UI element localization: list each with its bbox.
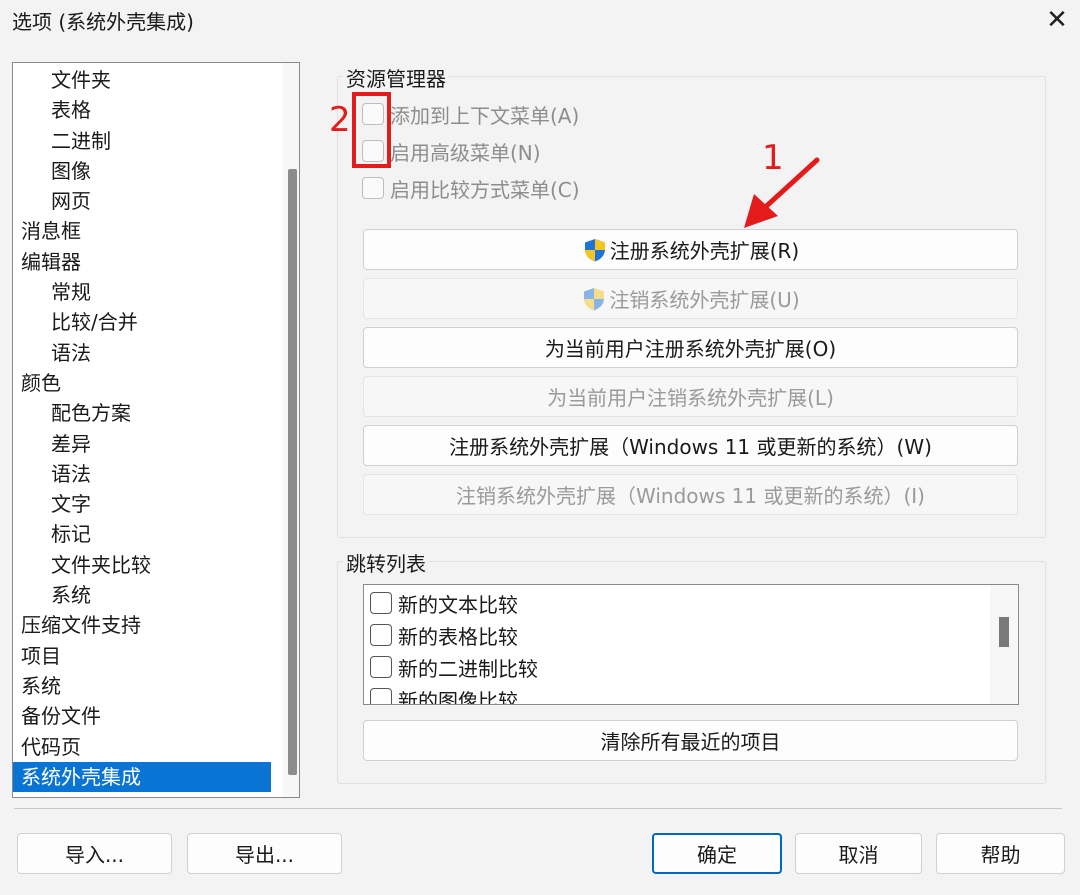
button-label: 帮助 — [980, 843, 1021, 867]
jumplist-item-label: 新的图像比较 — [398, 688, 518, 705]
tree-item[interactable]: 系统 — [13, 671, 271, 701]
tree-item[interactable]: 系统外壳集成 — [13, 761, 271, 793]
annotation-highlight-box — [352, 92, 391, 168]
options-tree[interactable]: 文件夹 表格 二进制 图像 网页 消息框 编辑器 常规 比较/合并 语法 颜色 配色方案 差异 语法 文字标… — [12, 62, 300, 798]
close-icon: ✕ — [1046, 5, 1068, 35]
jumplist-item-label: 新的表格比较 — [398, 624, 518, 649]
unregister-win11-shell-extension-button[interactable]: 注销系统外壳扩展（Windows 11 或更新的系统）(I) — [363, 474, 1018, 515]
tree-item[interactable]: 消息框 — [13, 216, 271, 246]
button-label: 为当前用户注销系统外壳扩展(L) — [547, 386, 834, 410]
register-shell-extension-button[interactable]: 注册系统外壳扩展(R) — [363, 229, 1018, 270]
add-to-context-menu-checkbox[interactable]: 添加到上下文菜单(A) — [362, 99, 579, 129]
tree-item[interactable]: 网页 — [13, 186, 271, 216]
explorer-group-label: 资源管理器 — [343, 63, 449, 92]
tree-item[interactable]: 备份文件 — [13, 701, 271, 731]
button-label: 导入... — [64, 843, 125, 867]
jumplist-group-label: 跳转列表 — [343, 548, 429, 577]
button-label: 注册系统外壳扩展（Windows 11 或更新的系统）(W) — [449, 435, 932, 459]
export-button[interactable]: 导出... — [187, 833, 342, 874]
jumplist-item[interactable]: 新的二进制比较 — [370, 651, 538, 683]
footer-separator — [14, 808, 1062, 809]
uac-shield-icon — [584, 238, 605, 261]
checkbox-label: 添加到上下文菜单(A) — [390, 103, 580, 128]
button-label: 导出... — [234, 843, 295, 867]
register-win11-shell-extension-button[interactable]: 注册系统外壳扩展（Windows 11 或更新的系统）(W) — [363, 425, 1018, 466]
jumplist-scrollbar-thumb[interactable] — [999, 617, 1009, 647]
tree-item[interactable]: 表格 — [13, 95, 271, 125]
tree-item[interactable]: 文件夹比较 — [13, 550, 271, 580]
jumplist-item-label: 新的文本比较 — [398, 592, 518, 617]
tree-item[interactable]: 编辑器 — [13, 247, 271, 277]
tree-item[interactable]: 文件夹 — [13, 65, 271, 95]
button-label: 清除所有最近的项目 — [600, 730, 781, 754]
close-button[interactable]: ✕ — [1034, 0, 1080, 40]
annotation-arrow-icon — [744, 157, 820, 228]
jumplist-item[interactable]: 新的文本比较 — [370, 587, 518, 619]
uac-shield-icon — [584, 287, 605, 310]
unregister-shell-extension-button[interactable]: 注销系统外壳扩展(U) — [363, 278, 1018, 319]
enable-compare-as-menu-checkbox[interactable]: 启用比较方式菜单(C) — [362, 173, 580, 203]
jumplist-scrollbar[interactable] — [990, 585, 1018, 704]
ok-button[interactable]: 确定 — [652, 833, 782, 874]
tree-item[interactable]: 代码页 — [13, 732, 271, 762]
annotation-number-2: 2 — [329, 100, 351, 140]
tree-item[interactable]: 标记 — [13, 519, 271, 549]
tree-scrollbar-thumb[interactable] — [288, 169, 297, 775]
tree-item[interactable]: 二进制 — [13, 126, 271, 156]
checkbox-box — [370, 656, 392, 678]
help-button[interactable]: 帮助 — [936, 833, 1065, 874]
tree-item[interactable]: 配色方案 — [13, 398, 271, 428]
tree-item[interactable]: 差异 — [13, 429, 271, 459]
cancel-button[interactable]: 取消 — [795, 833, 922, 874]
unregister-for-current-user-button[interactable]: 为当前用户注销系统外壳扩展(L) — [363, 376, 1018, 417]
button-label: 注销系统外壳扩展(U) — [609, 288, 800, 312]
tree-item[interactable]: 系统 — [13, 580, 271, 610]
tree-item[interactable]: 颜色 — [13, 368, 271, 398]
tree-item[interactable]: 比较/合并 — [13, 307, 271, 337]
checkbox-box — [370, 688, 392, 704]
checkbox-label: 启用比较方式菜单(C) — [390, 177, 580, 202]
tree-item[interactable]: 文字 — [13, 489, 271, 519]
options-tree-list: 文件夹 表格 二进制 图像 网页 消息框 编辑器 常规 比较/合并 语法 颜色 配色方案 差异 语法 文字标… — [13, 65, 271, 793]
checkbox-label: 启用高级菜单(N) — [390, 140, 541, 165]
jumplist-item-label: 新的二进制比较 — [398, 656, 538, 681]
tree-item[interactable]: 语法 — [13, 338, 271, 368]
checkbox-box — [370, 592, 392, 614]
tree-item[interactable]: 图像 — [13, 156, 271, 186]
button-label: 为当前用户注册系统外壳扩展(O) — [544, 337, 837, 361]
button-label: 确定 — [697, 843, 737, 867]
tree-item[interactable]: 项目 — [13, 641, 271, 671]
clear-recent-items-button[interactable]: 清除所有最近的项目 — [363, 720, 1018, 761]
tree-item[interactable]: 语法 — [13, 459, 271, 489]
window-title: 选项 (系统外壳集成) — [12, 10, 194, 34]
checkbox-box — [362, 177, 384, 199]
tree-scrollbar[interactable] — [283, 63, 299, 797]
import-button[interactable]: 导入... — [17, 833, 172, 874]
checkbox-box — [370, 624, 392, 646]
jumplist-list[interactable]: 新的文本比较 新的表格比较 新的二进制比较 新的图像比较 — [363, 584, 1019, 705]
register-for-current-user-button[interactable]: 为当前用户注册系统外壳扩展(O) — [363, 327, 1018, 368]
button-label: 注销系统外壳扩展（Windows 11 或更新的系统）(I) — [456, 484, 925, 508]
button-label: 注册系统外壳扩展(R) — [609, 239, 800, 263]
tree-item[interactable]: 压缩文件支持 — [13, 610, 271, 640]
title-bar: 选项 (系统外壳集成) ✕ — [0, 0, 1080, 40]
jumplist-item[interactable]: 新的表格比较 — [370, 619, 518, 651]
button-label: 取消 — [838, 843, 879, 867]
jumplist-item[interactable]: 新的图像比较 — [370, 683, 518, 705]
tree-item[interactable]: 常规 — [13, 277, 271, 307]
